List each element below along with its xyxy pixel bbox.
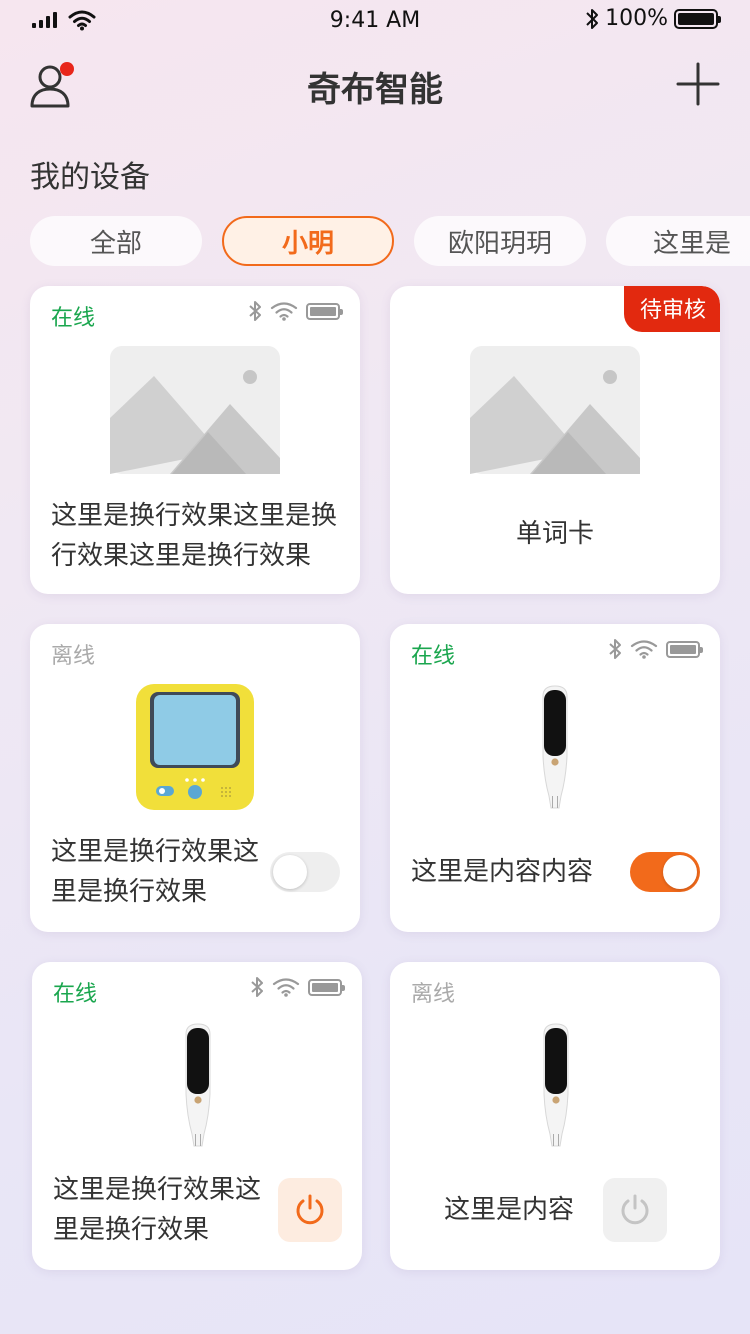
connection-indicators: [250, 976, 345, 998]
device-toggle[interactable]: [630, 852, 700, 892]
wifi-icon: [630, 640, 658, 659]
status-label: 离线: [411, 982, 456, 1007]
status-label: 离线: [51, 644, 96, 669]
image-placeholder-icon: [470, 346, 640, 474]
device-name: 这里是内容内容: [411, 857, 594, 887]
device-name: 这里是内容: [444, 1195, 575, 1225]
connection-indicators: [608, 638, 703, 660]
app-header: 奇布智能: [0, 48, 750, 128]
bluetooth-icon: [249, 301, 261, 321]
device-card[interactable]: 待审核 单词卡: [390, 286, 720, 594]
connection-indicators: [248, 300, 343, 322]
tab-all[interactable]: 全部: [30, 216, 202, 266]
device-toggle[interactable]: [270, 852, 340, 892]
tab-more[interactable]: 这里是: [606, 216, 750, 266]
wifi-icon: [272, 978, 300, 997]
power-button[interactable]: [278, 1178, 342, 1242]
status-label: 在线: [51, 306, 96, 331]
battery-icon: [306, 302, 343, 320]
tab-xiaoming[interactable]: 小明: [222, 216, 394, 266]
bluetooth-icon: [586, 8, 599, 29]
battery-icon: [674, 8, 721, 29]
bluetooth-icon: [609, 639, 621, 659]
power-icon: [296, 1194, 324, 1225]
reading-pen-icon: [543, 1023, 569, 1147]
bluetooth-icon: [251, 977, 263, 997]
power-button[interactable]: [603, 1178, 667, 1242]
add-icon[interactable]: [674, 60, 722, 108]
device-name: 这里是换行效果这里是换行效果: [53, 1175, 262, 1245]
wifi-icon: [270, 302, 298, 321]
device-name: 这里是换行效果这里是换行效果这里是换行效果: [51, 501, 338, 571]
page-title: 奇布智能: [307, 70, 443, 110]
status-label: 在线: [411, 644, 456, 669]
tab-ouyang[interactable]: 欧阳玥玥: [414, 216, 586, 266]
device-card[interactable]: 在线 这里是内容内容: [390, 624, 720, 932]
device-card[interactable]: 离线 这里是换行效果这里是换行效果: [30, 624, 360, 932]
device-card[interactable]: 在线 这里是换行效果这里是换行效果这里是换行效果: [30, 286, 360, 594]
battery-percent: 100%: [605, 6, 668, 31]
reading-pen-icon: [542, 685, 568, 809]
user-tabs: 全部 小明 欧阳玥玥 这里是: [30, 216, 750, 266]
device-card[interactable]: 在线 这里是换行效果这里是换行效果: [32, 962, 362, 1270]
status-bar: 9:41 AM 100%: [0, 0, 750, 40]
device-name: 单词卡: [515, 519, 594, 549]
battery-icon: [666, 640, 703, 658]
image-placeholder-icon: [110, 346, 280, 474]
power-icon: [621, 1194, 649, 1225]
pending-badge: 待审核: [623, 286, 720, 332]
section-title: 我的设备: [30, 160, 150, 195]
device-card[interactable]: 离线 这里是内容: [390, 962, 720, 1270]
device-name: 这里是换行效果这里是换行效果: [51, 837, 260, 907]
reading-pen-icon: [185, 1023, 211, 1147]
battery-icon: [308, 978, 345, 996]
status-label: 在线: [53, 982, 98, 1007]
yellow-device-icon: [136, 684, 254, 810]
